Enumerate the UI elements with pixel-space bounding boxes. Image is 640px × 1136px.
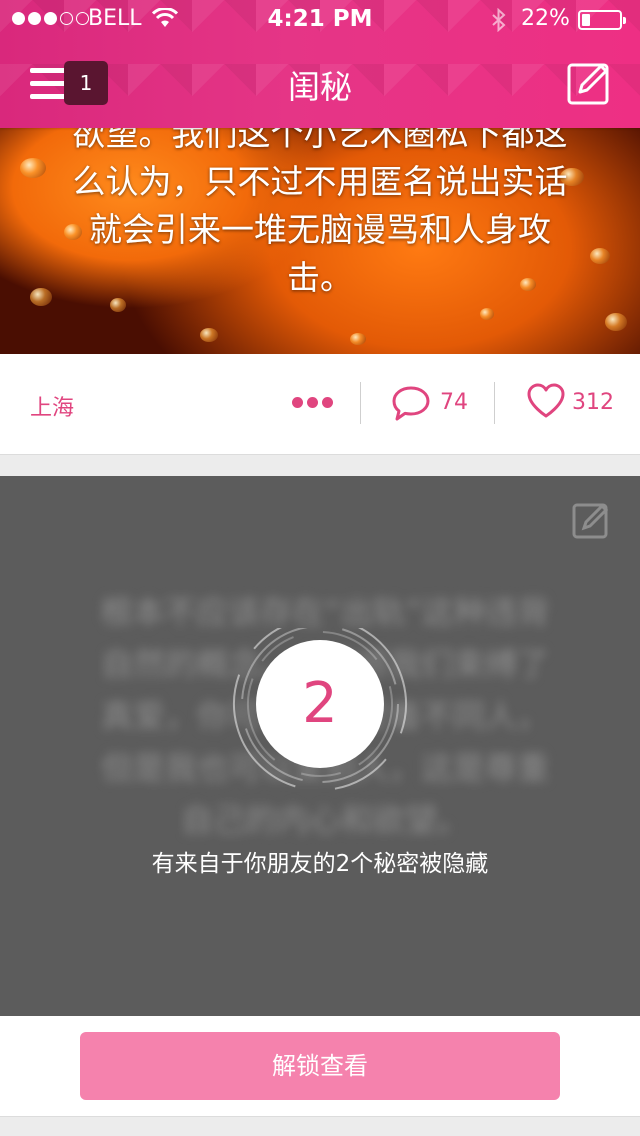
status-bar: BELL 4:21 PM 22%	[0, 0, 640, 40]
page-title: 闺秘	[287, 68, 352, 106]
hidden-message: 有来自于你朋友的2个秘密被隐藏	[151, 851, 489, 877]
post-text: 欲望。我们这个小艺术圈私下都这么认为，只不过不用匿名说出实话就会引来一堆无脑谩骂…	[72, 128, 568, 297]
navigation-bar: 1 闺秘	[0, 40, 640, 128]
post-card[interactable]: 欲望。我们这个小艺术圈私下都这么认为，只不过不用匿名说出实话就会引来一堆无脑谩骂…	[0, 128, 640, 354]
more-options-icon[interactable]	[292, 397, 333, 408]
hidden-count-indicator: 2	[230, 628, 410, 808]
app-header: BELL 4:21 PM 22% 1 闺秘	[0, 0, 640, 128]
unlock-button[interactable]: 解锁查看	[80, 1032, 560, 1100]
post-location: 上海	[30, 396, 75, 421]
compose-icon[interactable]	[566, 60, 612, 106]
compose-icon	[572, 503, 609, 539]
heart-icon[interactable]	[526, 382, 566, 420]
hidden-count: 2	[256, 640, 384, 768]
bluetooth-icon	[492, 8, 506, 32]
divider	[494, 382, 495, 424]
comment-icon[interactable]	[390, 384, 432, 424]
unlock-area: 解锁查看	[0, 1016, 640, 1117]
like-count: 312	[572, 390, 614, 415]
hidden-secrets-card: 根本不应该存在“出轨”这种违背自然的概念。命运将我们束缚了真爱，你可以真心爱着不…	[0, 476, 640, 1016]
divider	[360, 382, 361, 424]
battery-percent: 22%	[521, 6, 570, 31]
comment-count: 74	[440, 390, 468, 415]
battery-icon	[578, 10, 626, 30]
post-actions-bar: 上海 74 312	[0, 354, 640, 455]
